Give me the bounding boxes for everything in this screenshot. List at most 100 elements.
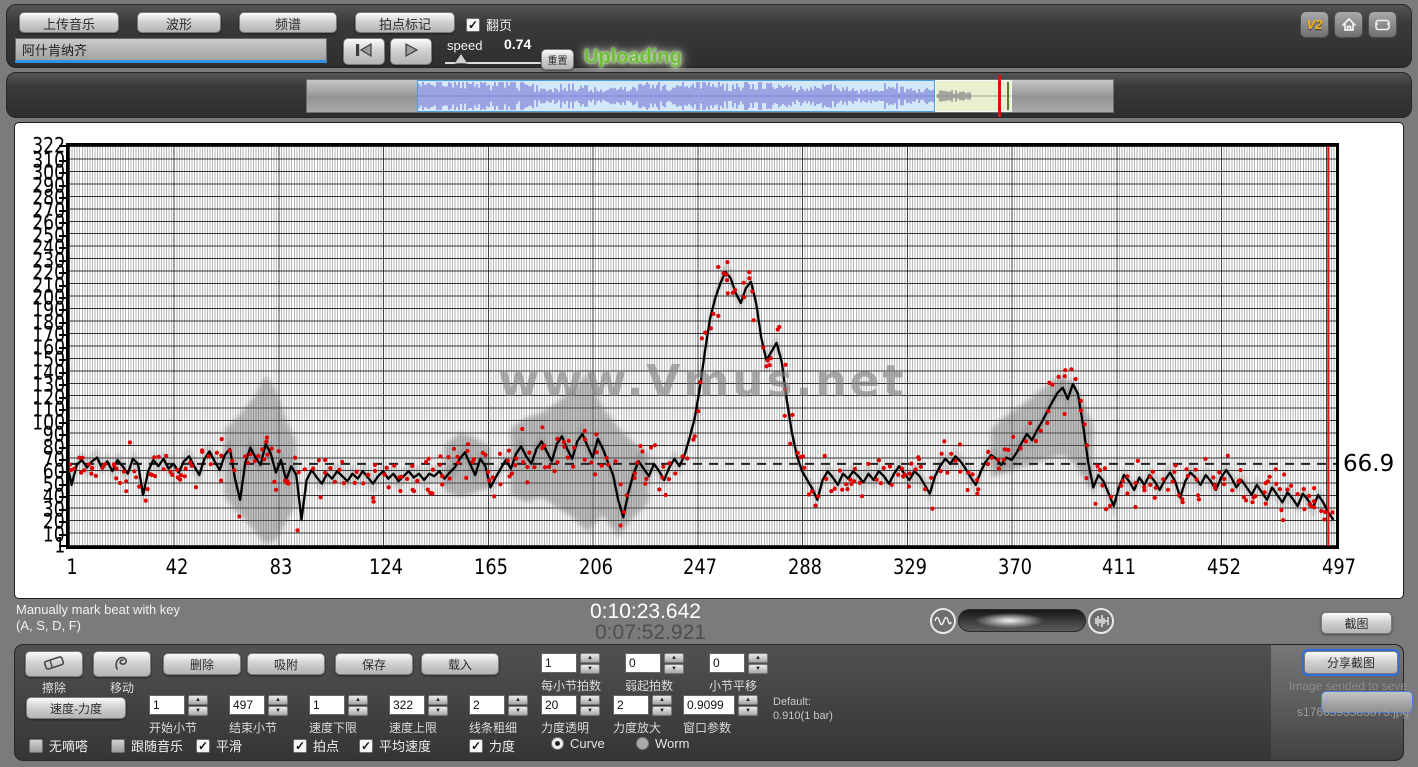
spinner-up-button[interactable]: ▲ (580, 695, 600, 705)
action-button-1[interactable]: 删除 (163, 653, 241, 675)
spinner-input[interactable] (683, 695, 735, 715)
mode-button[interactable]: 速度-力度 (26, 697, 126, 719)
tool-button-move[interactable] (93, 651, 151, 677)
reset-speed-button[interactable]: 重置 (541, 49, 574, 70)
checkbox-无嘀嗒[interactable]: ✓无嘀嗒 (29, 736, 88, 755)
toolbar-button-3[interactable]: 频谱 (239, 12, 337, 33)
spinner-down-button[interactable]: ▼ (188, 706, 208, 716)
spinner-input[interactable] (469, 695, 505, 715)
spinner-down-button[interactable]: ▼ (428, 706, 448, 716)
toolbar-button-4[interactable]: 拍点标记 (355, 12, 455, 33)
action-button-2[interactable]: 吸附 (247, 653, 325, 675)
spinner-线条粗细: ▲▼ (469, 695, 528, 716)
spinner-input[interactable] (309, 695, 345, 715)
loop-end-marker[interactable] (1007, 82, 1009, 110)
toolbar-button-1[interactable]: 上传音乐 (19, 12, 119, 33)
spinner-每小节拍数: ▲▼ (541, 653, 600, 674)
time-current: 0:07:52.921 (595, 621, 706, 645)
checkbox-label: 平滑 (216, 736, 242, 755)
checkbox-label: 跟随音乐 (131, 736, 183, 755)
waveform-strip[interactable] (306, 79, 1114, 113)
click-music-balance-slider[interactable] (958, 609, 1086, 632)
radio-dot (636, 737, 649, 750)
spinner-down-button[interactable]: ▼ (580, 706, 600, 716)
spinner-力度放大: ▲▼ (613, 695, 672, 716)
spinner-down-button[interactable]: ▼ (580, 664, 600, 674)
home-button[interactable] (1334, 11, 1363, 38)
checkbox-box: ✓ (29, 739, 43, 753)
spinner-label: 线条粗细 (469, 719, 517, 736)
play-button[interactable] (390, 38, 432, 65)
spinner-down-button[interactable]: ▼ (348, 706, 368, 716)
click-sound-icon[interactable] (930, 608, 956, 634)
spinner-label: 开始小节 (149, 719, 197, 736)
server-filename: s1766393583675.jpg (1297, 705, 1409, 719)
speed-slider-thumb[interactable] (455, 54, 467, 63)
topbar: 上传音乐波形频谱拍点标记 ✓ 翻页 V2 speed 0.74 重置 Uploa… (6, 4, 1412, 68)
spinner-down-button[interactable]: ▼ (664, 664, 684, 674)
radio-curve[interactable]: Curve (551, 736, 605, 751)
spinner-up-button[interactable]: ▲ (268, 695, 288, 705)
spinner-input[interactable] (149, 695, 185, 715)
skip-start-button[interactable] (343, 38, 385, 65)
waveform-selection[interactable] (417, 80, 935, 112)
screenshot-button[interactable]: 截图 (1321, 612, 1392, 634)
spinner-input[interactable] (389, 695, 425, 715)
speed-value: 0.74 (504, 36, 531, 52)
spinner-input[interactable] (541, 695, 577, 715)
spinner-up-button[interactable]: ▲ (664, 653, 684, 663)
bottom-panel: 擦除移动 删除吸附保存载入 ▲▼每小节拍数▲▼弱起拍数▲▼小节平移 速度-力度 … (14, 644, 1404, 761)
spinner-buttons: ▲▼ (188, 695, 208, 716)
spinner-up-button[interactable]: ▲ (188, 695, 208, 705)
spinner-up-button[interactable]: ▲ (348, 695, 368, 705)
spinner-down-button[interactable]: ▼ (652, 706, 672, 716)
plot-area[interactable]: www.Vmus.net (66, 143, 1339, 549)
tool-button-eraser[interactable] (25, 651, 83, 677)
spinner-up-button[interactable]: ▲ (652, 695, 672, 705)
spinner-up-button[interactable]: ▲ (428, 695, 448, 705)
topbar-buttons: 上传音乐波形频谱拍点标记 (19, 12, 455, 33)
spinner-down-button[interactable]: ▼ (738, 706, 758, 716)
spinner-buttons: ▲▼ (268, 695, 288, 716)
action-button-3[interactable]: 保存 (335, 653, 413, 675)
x-tick-label: 452 (1207, 555, 1241, 579)
music-sound-icon[interactable] (1088, 608, 1114, 634)
spinner-down-button[interactable]: ▼ (508, 706, 528, 716)
checkbox-力度[interactable]: ✓力度 (469, 736, 515, 755)
tool-button-label: 擦除 (25, 679, 83, 696)
radio-worm[interactable]: Worm (636, 736, 689, 751)
spinner-input[interactable] (541, 653, 577, 673)
checkbox-平均速度[interactable]: ✓平均速度 (359, 736, 431, 755)
x-tick-label: 124 (369, 555, 403, 579)
spinner-up-button[interactable]: ▲ (580, 653, 600, 663)
spinner-input[interactable] (625, 653, 661, 673)
default-note-line1: Default: (773, 695, 833, 709)
spinner-up-button[interactable]: ▲ (738, 695, 758, 705)
fullscreen-button[interactable] (1368, 11, 1397, 38)
pageturn-checkbox[interactable]: ✓ 翻页 (466, 15, 512, 34)
track-title-input[interactable] (15, 38, 327, 63)
toolbar-button-2[interactable]: 波形 (137, 12, 221, 33)
average-tempo-label: 66.9 (1343, 451, 1394, 477)
action-button-4[interactable]: 载入 (421, 653, 499, 675)
spinner-up-button[interactable]: ▲ (508, 695, 528, 705)
spinner-input[interactable] (229, 695, 265, 715)
spinner-buttons: ▲▼ (580, 695, 600, 716)
playhead-marker[interactable] (998, 75, 1001, 117)
share-screenshot-button[interactable]: 分享截图 (1304, 651, 1398, 674)
spinner-input[interactable] (613, 695, 649, 715)
spinner-input[interactable] (709, 653, 745, 673)
checkbox-拍点[interactable]: ✓拍点 (293, 736, 339, 755)
checkbox-box: ✓ (293, 739, 307, 753)
skip-start-icon (353, 42, 375, 58)
checkbox-跟随音乐[interactable]: ✓跟随音乐 (111, 736, 183, 755)
spinner-up-button[interactable]: ▲ (748, 653, 768, 663)
v2-button[interactable]: V2 (1300, 11, 1329, 38)
spinner-down-button[interactable]: ▼ (268, 706, 288, 716)
x-tick-label: 329 (893, 555, 927, 579)
x-tick-label: 247 (683, 555, 717, 579)
spinner-down-button[interactable]: ▼ (748, 664, 768, 674)
hint-text: Manually mark beat with key (A, S, D, F) (16, 602, 180, 634)
checkbox-平滑[interactable]: ✓平滑 (196, 736, 242, 755)
spinner-label: 窗口参数 (683, 719, 731, 736)
